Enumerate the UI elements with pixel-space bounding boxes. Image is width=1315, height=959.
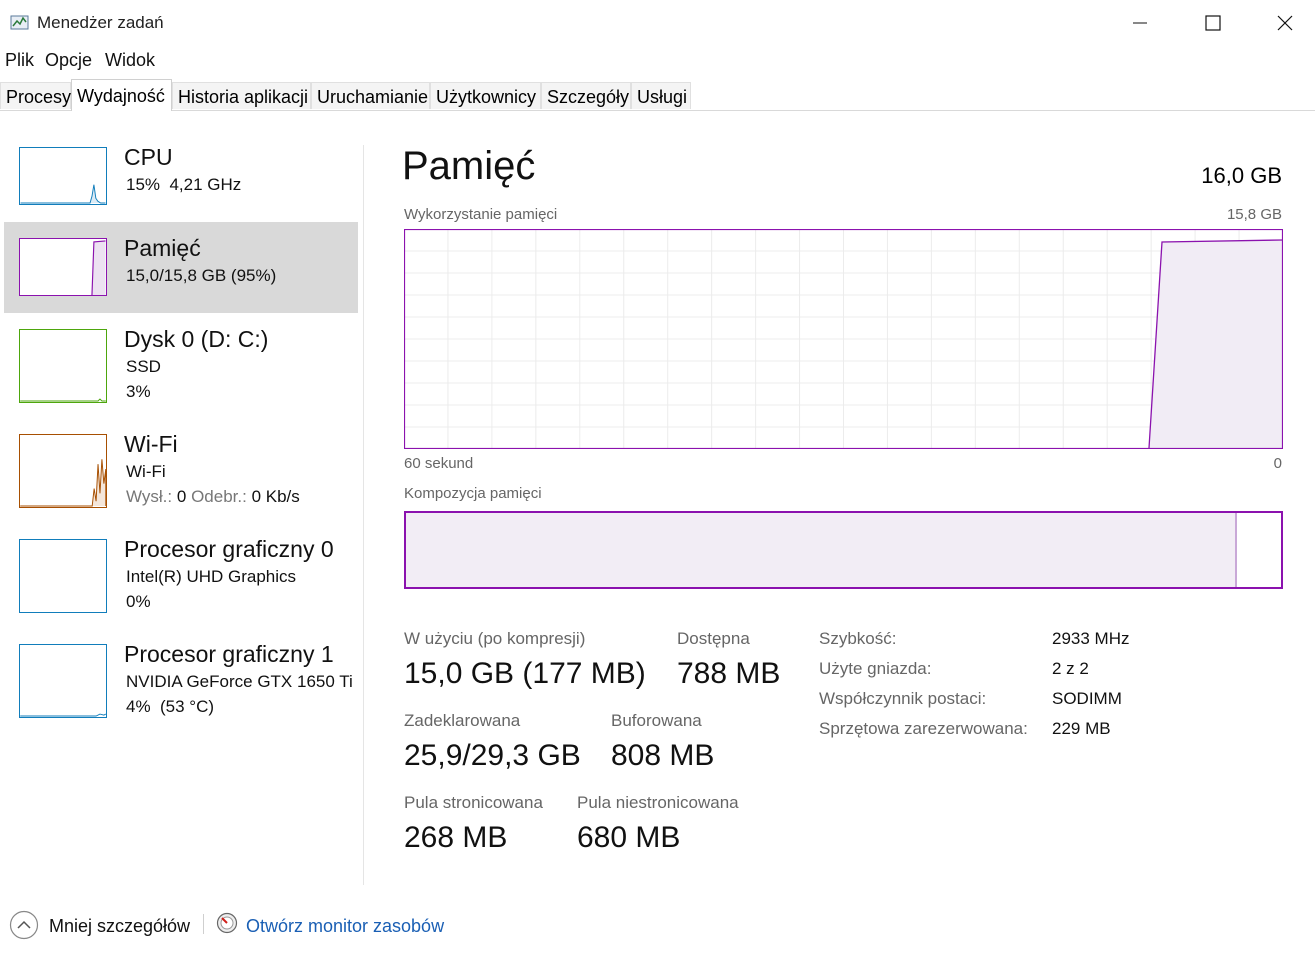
memory-usage-graph (404, 229, 1283, 449)
speed-value: 2933 MHz (1052, 629, 1130, 648)
nonpaged-pool-value: 680 MB (577, 821, 681, 854)
page-title: Pamięć (402, 144, 536, 188)
sidebar-memory-title: Pamięć (124, 235, 201, 261)
sidebar-gpu0-usage: 0% (126, 592, 151, 611)
form-factor-value: SODIMM (1052, 689, 1122, 708)
sidebar-wifi-title: Wi-Fi (124, 431, 178, 457)
slots-label: Użyte gniazda: (819, 659, 932, 678)
form-factor-label: Współczynnik postaci: (819, 689, 987, 708)
wifi-receive-label: Odebr.: (191, 487, 247, 506)
hardware-reserved-label: Sprzętowa zarezerwowana: (819, 719, 1028, 738)
minimize-icon (1133, 22, 1147, 24)
sidebar-disk-title: Dysk 0 (D: C:) (124, 326, 269, 352)
in-use-value: 15,0 GB (177 MB) (404, 657, 646, 690)
sidebar-cpu-title: CPU (124, 144, 173, 170)
sidebar-gpu0-title: Procesor graficzny 0 (124, 536, 334, 562)
wifi-thumbnail-graph (19, 434, 107, 508)
sidebar-gpu0-model: Intel(R) UHD Graphics (126, 567, 297, 586)
tab-performance[interactable]: Wydajność (71, 79, 172, 111)
sidebar-gpu1-title: Procesor graficzny 1 (124, 641, 334, 667)
tab-services[interactable]: Usługi (631, 82, 691, 109)
memory-thumbnail-graph (19, 238, 107, 296)
wifi-send-value: 0 (176, 487, 187, 506)
composition-in-use (406, 513, 1238, 587)
sidebar-disk-type: SSD (126, 357, 161, 376)
tab-app-history[interactable]: Historia aplikacji (172, 82, 311, 109)
maximize-button[interactable] (1178, 0, 1248, 46)
sidebar-disk-usage: 3% (126, 382, 151, 401)
available-value: 788 MB (677, 657, 781, 690)
gpu0-thumbnail-graph (19, 539, 107, 613)
disk-thumbnail-graph (19, 329, 107, 403)
sidebar-gpu1-model: NVIDIA GeForce GTX 1650 Ti (126, 672, 353, 691)
available-label: Dostępna (677, 629, 750, 648)
sidebar-divider (363, 145, 364, 885)
sidebar-memory-usage: 15,0/15,8 GB (95%) (126, 266, 277, 285)
gpu1-thumbnail-graph (19, 644, 107, 718)
chevron-up-circle-icon[interactable] (9, 910, 39, 940)
tab-startup[interactable]: Uruchamianie (311, 82, 430, 109)
usage-graph-fill (1149, 240, 1282, 448)
task-manager-icon (10, 15, 29, 30)
sidebar-cpu-usage: 15% 4,21 GHz (126, 175, 242, 194)
in-use-label: W użyciu (po kompresji) (404, 629, 586, 648)
composition-label: Kompozycja pamięci (404, 485, 542, 502)
window-title: Menedżer zadań (37, 13, 164, 32)
tab-users[interactable]: Użytkownicy (430, 82, 541, 109)
total-memory: 16,0 GB (1201, 163, 1282, 188)
sidebar-wifi-adapter: Wi-Fi (126, 462, 166, 481)
cached-label: Buforowana (611, 711, 702, 730)
hardware-reserved-value: 229 MB (1052, 719, 1111, 738)
tab-processes[interactable]: Procesy (0, 82, 71, 109)
tab-details[interactable]: Szczegóły (541, 82, 631, 109)
paged-pool-value: 268 MB (404, 821, 508, 854)
slots-value: 2 z 2 (1052, 659, 1089, 678)
bottom-divider (203, 914, 204, 934)
speed-label: Szybkość: (819, 629, 897, 648)
maximize-icon (1205, 15, 1221, 31)
close-icon (1277, 15, 1293, 31)
sidebar-wifi-throughput: Wysł.: 0 Odebr.: 0 Kb/s (126, 487, 300, 507)
usage-chart-label: Wykorzystanie pamięci (404, 206, 558, 223)
menu-options[interactable]: Opcje (45, 50, 92, 71)
resource-monitor-icon (216, 912, 238, 934)
committed-value: 25,9/29,3 GB (404, 739, 581, 772)
wifi-receive-value: 0 Kb/s (251, 487, 300, 506)
open-resource-monitor-link[interactable]: Otwórz monitor zasobów (246, 916, 444, 937)
usage-chart-x-left: 60 sekund (404, 455, 474, 472)
paged-pool-label: Pula stronicowana (404, 793, 543, 812)
usage-chart-max: 15,8 GB (1226, 206, 1282, 223)
menu-view[interactable]: Widok (105, 50, 155, 71)
committed-label: Zadeklarowana (404, 711, 521, 730)
cached-value: 808 MB (611, 739, 715, 772)
menu-file[interactable]: Plik (5, 50, 34, 71)
wifi-send-label: Wysł.: (126, 487, 173, 506)
sidebar-gpu1-usage: 4% (53 °C) (126, 697, 215, 716)
close-button[interactable] (1250, 0, 1315, 46)
minimize-button[interactable] (1105, 0, 1175, 46)
usage-chart-x-right: 0 (1273, 455, 1282, 472)
fewer-details-button[interactable]: Mniej szczegółów (49, 916, 190, 937)
nonpaged-pool-label: Pula niestronicowana (577, 793, 739, 812)
memory-composition-bar (404, 511, 1283, 589)
cpu-thumbnail-graph (19, 147, 107, 205)
